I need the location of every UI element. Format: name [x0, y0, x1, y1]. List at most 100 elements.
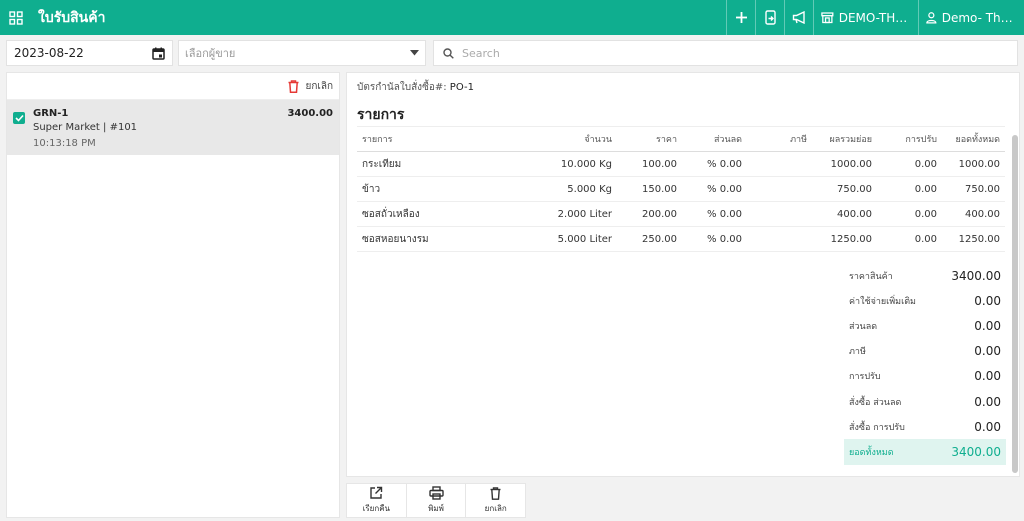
- total-value: 0.00: [974, 318, 1001, 333]
- cell-discount: % 0.00: [682, 176, 747, 202]
- cell-subtotal: 400.00: [812, 201, 877, 227]
- table-header-row: รายการ จำนวน ราคา ส่วนลด ภาษี ผลรวมย่อย …: [357, 126, 1005, 152]
- table-row[interactable]: ซอสหอยนางรม 5.000 Liter 250.00 % 0.00 12…: [357, 226, 1005, 252]
- col-header: การปรับ: [877, 126, 942, 152]
- cell-adjust: 0.00: [877, 176, 942, 202]
- total-label: สั่งซื้อ ส่วนลด: [849, 397, 902, 408]
- col-header: ส่วนลด: [682, 126, 747, 152]
- cell-price: 200.00: [617, 201, 682, 227]
- date-picker[interactable]: 2023-08-22: [6, 40, 173, 66]
- cell-item: กระเทียม: [357, 151, 489, 177]
- total-row-order-discount: สั่งซื้อ ส่วนลด 0.00: [844, 389, 1006, 414]
- user-icon: [926, 12, 937, 24]
- cancel-label: ยกเลิก: [305, 80, 333, 92]
- grn-number: GRN-1: [33, 108, 69, 119]
- cancel-button[interactable]: ยกเลิก: [466, 484, 525, 517]
- megaphone-icon: [792, 11, 805, 24]
- date-value: 2023-08-22: [14, 46, 84, 60]
- total-label: ส่วนลด: [849, 321, 878, 332]
- search-input[interactable]: [462, 46, 1008, 60]
- return-button[interactable]: เรียกคืน: [347, 484, 407, 517]
- col-header: ยอดทั้งหมด: [942, 126, 1005, 152]
- cell-qty: 10.000 Kg: [489, 151, 617, 177]
- cell-price: 100.00: [617, 151, 682, 177]
- total-row-items: ราคาสินค้า 3400.00: [844, 263, 1006, 288]
- search-bar[interactable]: [433, 40, 1018, 66]
- total-value: 0.00: [974, 394, 1001, 409]
- totals-summary: ราคาสินค้า 3400.00 ค่าใช้จ่ายเพิ่มเติม 0…: [844, 263, 1006, 465]
- cell-tax: [747, 176, 812, 202]
- table-row[interactable]: ข้าว 5.000 Kg 150.00 % 0.00 750.00 0.00 …: [357, 176, 1005, 202]
- apps-grid-icon: [9, 10, 23, 25]
- caret-down-icon: [410, 50, 419, 56]
- calendar-icon[interactable]: [152, 47, 165, 60]
- grn-detail-panel: บัตรกำนัลใบสั่งซื้อ#: PO-1 รายการ รายการ…: [346, 72, 1020, 477]
- cancel-selected-button[interactable]: ยกเลิก: [288, 79, 333, 94]
- user-menu[interactable]: Demo- Thail...: [918, 0, 1024, 35]
- search-icon: [443, 47, 454, 59]
- return-label: เรียกคืน: [362, 504, 391, 513]
- print-button[interactable]: พิมพ์: [407, 484, 467, 517]
- action-bar: เรียกคืน พิมพ์ ยกเลิก: [346, 483, 526, 518]
- trash-icon: [490, 486, 501, 500]
- table-row[interactable]: ซอสถั่วเหลือง 2.000 Liter 200.00 % 0.00 …: [357, 201, 1005, 227]
- total-row-extra-cost: ค่าใช้จ่ายเพิ่มเติม 0.00: [844, 288, 1006, 313]
- cell-qty: 2.000 Liter: [489, 201, 617, 227]
- vertical-scrollbar[interactable]: [1012, 135, 1018, 473]
- cell-adjust: 0.00: [877, 201, 942, 227]
- cell-discount: % 0.00: [682, 201, 747, 227]
- vendor-select[interactable]: เลือกผู้ขาย: [178, 40, 426, 66]
- po-reference: บัตรกำนัลใบสั่งซื้อ#: PO-1: [357, 80, 474, 95]
- printer-icon: [428, 486, 444, 500]
- list-header: ยกเลิก: [7, 73, 339, 100]
- col-header: ราคา: [617, 126, 682, 152]
- cancel-label: ยกเลิก: [484, 503, 507, 513]
- total-label: การปรับ: [849, 372, 881, 383]
- cell-discount: % 0.00: [682, 226, 747, 252]
- col-header: ภาษี: [747, 126, 812, 152]
- cell-subtotal: 1000.00: [812, 151, 877, 177]
- cell-qty: 5.000 Kg: [489, 176, 617, 202]
- items-section-title: รายการ: [357, 107, 405, 123]
- cell-qty: 5.000 Liter: [489, 226, 617, 252]
- cell-subtotal: 750.00: [812, 176, 877, 202]
- announcement-button[interactable]: [784, 0, 813, 35]
- cell-subtotal: 1250.00: [812, 226, 877, 252]
- app-header: ใบรับสินค้า DEMO-THAI... Demo- Thail...: [0, 0, 1024, 35]
- apps-menu-button[interactable]: [0, 0, 32, 35]
- cell-discount: % 0.00: [682, 151, 747, 177]
- total-label: ภาษี: [849, 347, 866, 358]
- cell-item: ซอสหอยนางรม: [357, 226, 489, 252]
- edit-external-icon: [370, 486, 383, 499]
- mobile-transfer-button[interactable]: [755, 0, 784, 35]
- col-header: จำนวน: [489, 126, 617, 152]
- cell-tax: [747, 226, 812, 252]
- total-label: ราคาสินค้า: [849, 271, 893, 282]
- cell-tax: [747, 201, 812, 227]
- po-label: บัตรกำนัลใบสั่งซื้อ#:: [357, 82, 447, 93]
- list-item[interactable]: GRN-1 Super Market | #101 10:13:18 PM 34…: [7, 100, 339, 155]
- cell-item: ข้าว: [357, 176, 489, 202]
- grn-amount: 3400.00: [287, 108, 333, 119]
- store-selector[interactable]: DEMO-THAI...: [813, 0, 918, 35]
- plus-icon: [735, 12, 747, 23]
- mobile-transfer-icon: [764, 10, 776, 25]
- table-row[interactable]: กระเทียม 10.000 Kg 100.00 % 0.00 1000.00…: [357, 151, 1005, 177]
- total-label: ค่าใช้จ่ายเพิ่มเติม: [849, 296, 916, 307]
- store-icon: [821, 12, 834, 24]
- cell-adjust: 0.00: [877, 226, 942, 252]
- check-icon: [14, 114, 24, 122]
- total-label: สั่งซื้อ การปรับ: [849, 422, 905, 433]
- total-row-discount: ส่วนลด 0.00: [844, 313, 1006, 338]
- add-button[interactable]: [726, 0, 755, 35]
- cell-item: ซอสถั่วเหลือง: [357, 201, 489, 227]
- store-name: DEMO-THAI...: [838, 10, 911, 25]
- col-header: รายการ: [357, 126, 489, 152]
- items-table: รายการ จำนวน ราคา ส่วนลด ภาษี ผลรวมย่อย …: [357, 126, 1005, 252]
- total-value: 0.00: [974, 369, 1001, 384]
- total-row-tax: ภาษี 0.00: [844, 339, 1006, 364]
- cell-total: 750.00: [942, 176, 1005, 202]
- print-label: พิมพ์: [428, 504, 444, 513]
- item-checkbox[interactable]: [13, 112, 25, 124]
- total-row-order-adjustment: สั่งซื้อ การปรับ 0.00: [844, 414, 1006, 439]
